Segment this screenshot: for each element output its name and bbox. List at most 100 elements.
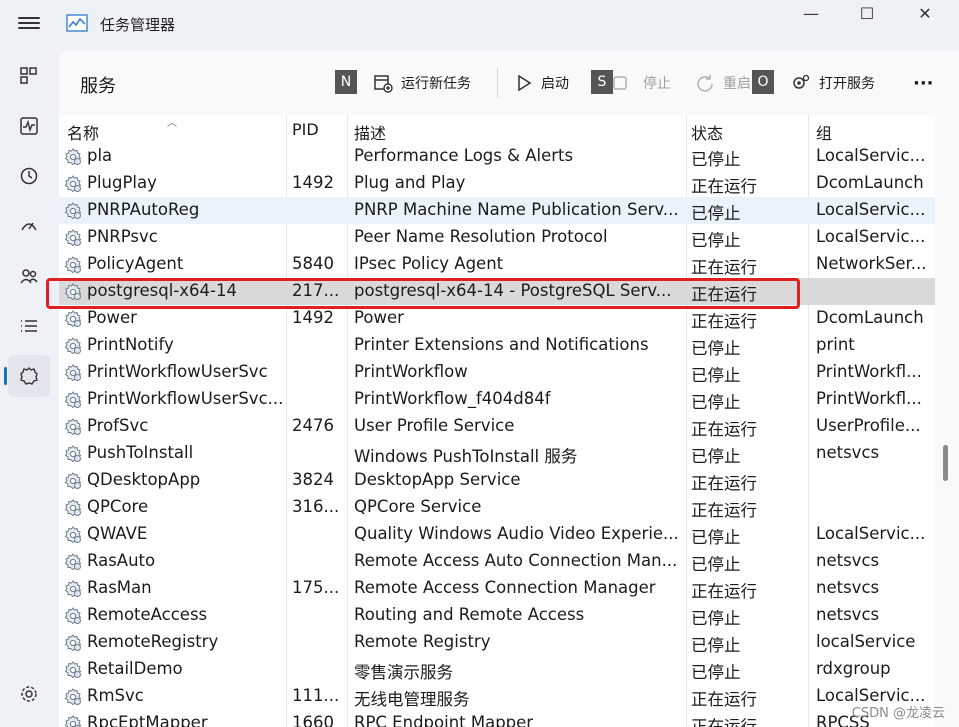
nav-users[interactable] <box>8 255 50 297</box>
service-gear-icon <box>64 526 82 544</box>
table-row[interactable]: RpcEptMapper 1660 RPC Endpoint Mapper 正在运行 R… <box>59 710 935 727</box>
service-gear-icon <box>64 391 82 409</box>
nav-performance[interactable] <box>8 105 50 147</box>
service-gear-icon <box>64 715 82 727</box>
table-row[interactable]: PNRPAutoReg PNRP Machine Name Publication… <box>59 197 935 224</box>
more-icon: ··· <box>913 72 934 94</box>
service-group: PrintWorkfl... <box>816 389 922 408</box>
service-description: Windows PushToInstall 服务 <box>354 447 578 466</box>
nav-services[interactable] <box>4 355 50 397</box>
nav-startup-apps[interactable] <box>8 205 50 247</box>
service-gear-icon <box>64 607 82 625</box>
toolbar-divider <box>497 68 498 98</box>
column-header-status[interactable]: 状态 <box>691 120 723 144</box>
service-name: RasAuto <box>87 551 156 570</box>
service-group: DcomLaunch <box>816 173 924 192</box>
service-name: PNRPAutoReg <box>87 200 200 219</box>
service-gear-icon <box>64 688 82 706</box>
table-row[interactable]: PrintWorkflowUserSvc... PrintWorkflow_f40… <box>59 386 935 413</box>
stop-button[interactable]: 停止 <box>611 70 671 96</box>
table-row[interactable]: QWAVE Quality Windows Audio Video Experie… <box>59 521 935 548</box>
service-description: Remote Access Connection Manager <box>354 578 656 597</box>
table-row[interactable]: PrintWorkflowUserSvc PrintWorkflow 已停止 Prin… <box>59 359 935 386</box>
table-row[interactable]: pla Performance Logs & Alerts 已停止 LocalServ… <box>59 143 935 170</box>
service-status: 已停止 <box>691 339 741 358</box>
stop-icon <box>613 76 627 90</box>
service-pid: 1660 <box>292 713 334 727</box>
table-row[interactable]: QPCore 316... QPCore Service 正在运行 <box>59 494 935 521</box>
service-status: 正在运行 <box>691 717 757 727</box>
service-description: 无线电管理服务 <box>354 690 470 709</box>
run-new-task-button[interactable]: 运行新任务 <box>373 70 471 96</box>
table-row[interactable]: PolicyAgent 5840 IPsec Policy Agent 正在运行 Net… <box>59 251 935 278</box>
service-status: 正在运行 <box>691 582 757 601</box>
services-table: 名称 ︿ PID 描述 状态 组 pla Performance Logs & A… <box>59 115 935 727</box>
service-name: QWAVE <box>87 524 148 543</box>
vertical-scrollbar[interactable] <box>939 115 953 727</box>
minimize-button[interactable]: — <box>791 4 831 24</box>
table-row[interactable]: ProfSvc 2476 User Profile Service 正在运行 UserP… <box>59 413 935 440</box>
service-status: 已停止 <box>691 150 741 169</box>
service-gear-icon <box>64 364 82 382</box>
service-status: 已停止 <box>691 204 741 223</box>
service-name: RemoteRegistry <box>87 632 219 651</box>
service-description: Remote Registry <box>354 632 491 651</box>
table-row[interactable]: PlugPlay 1492 Plug and Play 正在运行 DcomLaunch <box>59 170 935 197</box>
service-name: Power <box>87 308 137 327</box>
service-gear-icon <box>64 580 82 598</box>
service-description: Plug and Play <box>354 173 466 192</box>
run-new-task-label: 运行新任务 <box>401 76 471 92</box>
service-status: 正在运行 <box>691 690 757 709</box>
table-row[interactable]: RemoteRegistry Remote Registry 已停止 localSer… <box>59 629 935 656</box>
column-header-description[interactable]: 描述 <box>354 120 386 144</box>
table-row[interactable]: PNRPsvc Peer Name Resolution Protocol 已停止 L… <box>59 224 935 251</box>
table-row[interactable]: PushToInstall Windows PushToInstall 服务 已停止… <box>59 440 935 467</box>
start-button[interactable]: 启动 <box>515 70 569 96</box>
service-gear-icon <box>64 553 82 571</box>
service-pid: 2476 <box>292 416 334 435</box>
app-title: 任务管理器 <box>100 16 176 34</box>
column-header-name[interactable]: 名称 <box>67 120 99 144</box>
service-name: PlugPlay <box>87 173 157 192</box>
startup-apps-icon <box>21 222 37 231</box>
nav-app-history[interactable] <box>8 155 50 197</box>
open-services-icon <box>793 74 810 89</box>
nav-settings[interactable] <box>8 673 50 715</box>
service-group: LocalServic... <box>816 200 926 219</box>
column-header-pid[interactable]: PID <box>292 120 319 139</box>
table-row[interactable]: RemoteAccess Routing and Remote Access 已停止… <box>59 602 935 629</box>
close-button[interactable]: ✕ <box>905 4 945 24</box>
nav-details[interactable] <box>8 305 50 347</box>
service-description: IPsec Policy Agent <box>354 254 504 273</box>
service-gear-icon <box>64 337 82 355</box>
service-group: print <box>816 335 855 354</box>
service-pid: 111... <box>292 686 340 705</box>
column-header-group[interactable]: 组 <box>816 120 832 144</box>
table-row[interactable]: RasMan 175... Remote Access Connection Man… <box>59 575 935 602</box>
open-services-button[interactable]: 打开服务 <box>791 70 875 96</box>
restart-icon <box>697 75 713 92</box>
maximize-button[interactable]: ☐ <box>847 4 887 24</box>
nav-processes[interactable] <box>8 55 50 97</box>
table-row[interactable]: Power 1492 Power 正在运行 DcomLaunch <box>59 305 935 332</box>
service-status: 已停止 <box>691 366 741 385</box>
scrollbar-thumb[interactable] <box>943 445 948 481</box>
restart-button[interactable]: 重启 <box>695 70 751 96</box>
service-gear-icon <box>64 418 82 436</box>
more-options-button[interactable]: ··· <box>913 70 934 96</box>
service-name: QPCore <box>87 497 149 516</box>
table-row[interactable]: PrintNotify Printer Extensions and Notifi… <box>59 332 935 359</box>
table-row[interactable]: RmSvc 111... 无线电管理服务 正在运行 LocalServic... <box>59 683 935 710</box>
hamburger-menu-icon[interactable] <box>18 14 40 34</box>
table-row[interactable]: RetailDemo 零售演示服务 已停止 rdxgroup <box>59 656 935 683</box>
table-row[interactable]: RasAuto Remote Access Auto Connection Man… <box>59 548 935 575</box>
service-name: PNRPsvc <box>87 227 158 246</box>
service-name: PrintWorkflowUserSvc... <box>87 389 283 408</box>
service-status: 正在运行 <box>691 312 757 331</box>
service-group: LocalServic... <box>816 227 926 246</box>
restart-label: 重启 <box>723 76 751 92</box>
table-row[interactable]: QDesktopApp 3824 DesktopApp Service 正在运行 <box>59 467 935 494</box>
service-gear-icon <box>64 229 82 247</box>
service-group: netsvcs <box>816 551 880 570</box>
page-title: 服务 <box>80 76 116 97</box>
